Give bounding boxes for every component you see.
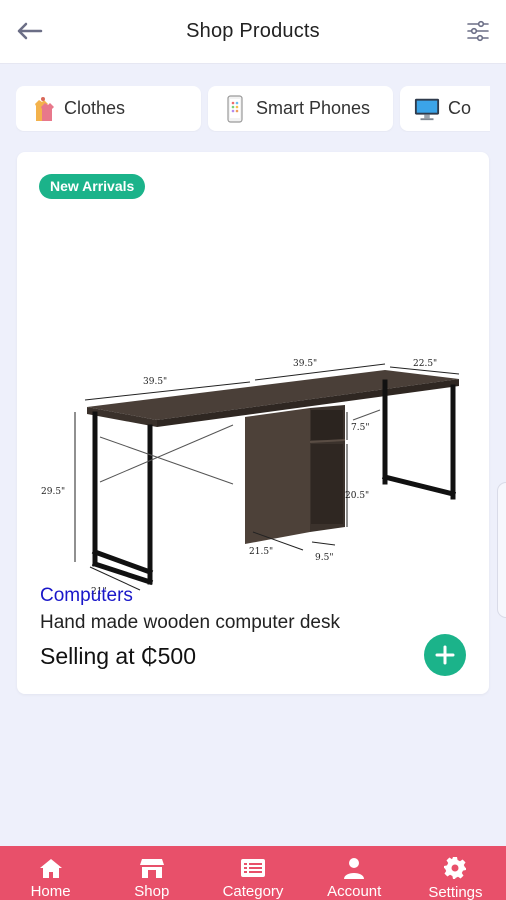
dimension-label: 21.5" <box>249 547 273 557</box>
category-chip-label: Clothes <box>64 98 126 118</box>
back-button[interactable] <box>12 16 46 46</box>
dimension-label: 29.5" <box>41 487 65 497</box>
nav-label: Home <box>30 883 71 900</box>
category-chip-label: Co <box>448 98 472 118</box>
app-header: Shop Products <box>0 0 506 64</box>
home-icon <box>38 856 64 879</box>
side-drawer-handle[interactable] <box>497 482 506 618</box>
product-card[interactable]: New Arrivals 39.5" 39.5" 22.5" 7.5" 29.5… <box>17 152 489 694</box>
dimension-label: 7.5" <box>351 423 369 433</box>
product-category[interactable]: Computers <box>40 585 133 607</box>
page-title: Shop Products <box>186 20 320 42</box>
dimension-label: 22.5" <box>413 359 437 369</box>
user-icon <box>341 856 367 879</box>
nav-item-settings[interactable]: Settings <box>405 846 506 900</box>
nav-item-shop[interactable]: Shop <box>101 846 202 900</box>
add-to-cart-button[interactable] <box>424 634 466 676</box>
clothes-icon <box>30 95 56 123</box>
filter-button[interactable] <box>462 16 494 46</box>
dimension-label: 20.5" <box>345 491 369 501</box>
plus-icon <box>435 645 455 665</box>
computer-monitor-icon <box>414 95 440 123</box>
category-list-icon <box>240 856 266 879</box>
category-chip-clothes[interactable]: Clothes <box>16 86 201 131</box>
arrow-left-icon <box>17 22 43 40</box>
gear-icon <box>443 856 467 880</box>
dimension-label: 9.5" <box>315 553 333 563</box>
category-chips: Clothes Smart Phones Co <box>16 86 490 132</box>
category-chip-label: Smart Phones <box>256 98 371 118</box>
smartphone-icon <box>222 94 248 123</box>
nav-label: Shop <box>134 883 170 900</box>
new-arrivals-badge: New Arrivals <box>39 174 146 199</box>
store-icon <box>139 856 165 879</box>
product-price: Selling at ₵500 <box>40 643 196 669</box>
sliders-icon <box>467 20 489 42</box>
nav-label: Account <box>327 883 382 900</box>
nav-label: Category <box>222 883 284 900</box>
product-name: Hand made wooden computer desk <box>40 612 340 633</box>
dimension-label: 39.5" <box>143 377 167 387</box>
bottom-navigation: Home Shop Category Account Settings <box>0 846 506 900</box>
nav-item-category[interactable]: Category <box>202 846 303 900</box>
nav-item-home[interactable]: Home <box>0 846 101 900</box>
product-image: 39.5" 39.5" 22.5" 7.5" 29.5" 20.5" 21.5"… <box>41 359 460 597</box>
nav-label: Settings <box>428 884 483 900</box>
category-chip-computers[interactable]: Co <box>400 86 490 131</box>
nav-item-account[interactable]: Account <box>304 846 405 900</box>
dimension-label: 39.5" <box>293 359 317 369</box>
category-chip-smart-phones[interactable]: Smart Phones <box>208 86 393 131</box>
